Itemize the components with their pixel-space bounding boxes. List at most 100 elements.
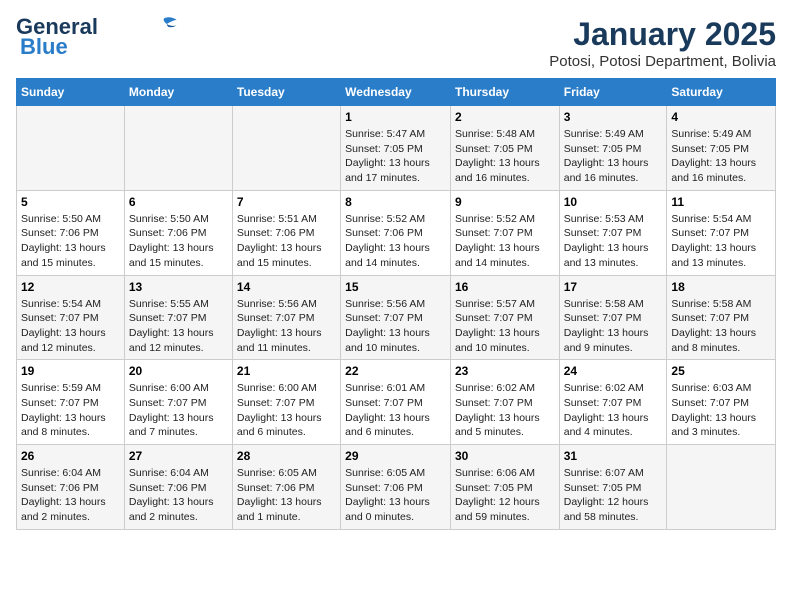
day-number: 9 <box>455 195 555 209</box>
day-number: 29 <box>345 449 446 463</box>
day-info: Sunrise: 6:05 AMSunset: 7:06 PMDaylight:… <box>237 466 336 525</box>
calendar-day-cell: 17 Sunrise: 5:58 AMSunset: 7:07 PMDayligh… <box>559 275 667 360</box>
day-of-week-header: Wednesday <box>341 79 451 106</box>
calendar-day-cell: 19Sunrise: 5:59 AMSunset: 7:07 PMDayligh… <box>17 360 125 445</box>
day-number: 15 <box>345 280 446 294</box>
day-info: Sunrise: 5:58 AMSunset: 7:07 PMDaylight:… <box>564 297 663 356</box>
logo: General Blue <box>16 16 178 60</box>
calendar-day-cell <box>17 106 125 191</box>
calendar-day-cell <box>232 106 340 191</box>
calendar-day-cell: 3Sunrise: 5:49 AMSunset: 7:05 PMDaylight… <box>559 106 667 191</box>
calendar-day-cell: 29Sunrise: 6:05 AMSunset: 7:06 PMDayligh… <box>341 445 451 530</box>
day-info: Sunrise: 5:56 AMSunset: 7:07 PMDaylight:… <box>237 297 336 356</box>
day-info: Sunrise: 5:49 AMSunset: 7:05 PMDaylight:… <box>671 127 771 186</box>
day-of-week-header: Tuesday <box>232 79 340 106</box>
calendar-day-cell: 26 Sunrise: 6:04 AMSunset: 7:06 PMDayligh… <box>17 445 125 530</box>
day-number: 24 <box>564 364 663 378</box>
calendar-day-cell: 22 Sunrise: 6:01 AMSunset: 7:07 PMDayligh… <box>341 360 451 445</box>
calendar-day-cell: 18Sunrise: 5:58 AMSunset: 7:07 PMDayligh… <box>667 275 776 360</box>
day-number: 16 <box>455 280 555 294</box>
day-number: 11 <box>671 195 771 209</box>
day-info: Sunrise: 6:02 AMSunset: 7:07 PMDaylight:… <box>564 381 663 440</box>
day-number: 31 <box>564 449 663 463</box>
day-number: 2 <box>455 110 555 124</box>
calendar-day-cell: 10 Sunrise: 5:53 AMSunset: 7:07 PMDayligh… <box>559 190 667 275</box>
calendar-day-cell: 14Sunrise: 5:56 AMSunset: 7:07 PMDayligh… <box>232 275 340 360</box>
day-number: 23 <box>455 364 555 378</box>
calendar-day-cell: 20 Sunrise: 6:00 AMSunset: 7:07 PMDayligh… <box>124 360 232 445</box>
location: Potosi, Potosi Department, Bolivia <box>549 53 776 70</box>
day-info: Sunrise: 5:56 AMSunset: 7:07 PMDaylight:… <box>345 297 446 356</box>
day-info: Sunrise: 6:03 AMSunset: 7:07 PMDaylight:… <box>671 381 771 440</box>
day-info: Sunrise: 6:02 AMSunset: 7:07 PMDaylight:… <box>455 381 555 440</box>
day-info: Sunrise: 6:00 AMSunset: 7:07 PMDaylight:… <box>237 381 336 440</box>
calendar-table: SundayMondayTuesdayWednesdayThursdayFrid… <box>16 78 776 530</box>
day-info: Sunrise: 6:06 AMSunset: 7:05 PMDaylight:… <box>455 466 555 525</box>
logo-blue-text: Blue <box>20 34 68 59</box>
day-info: Sunrise: 5:57 AMSunset: 7:07 PMDaylight:… <box>455 297 555 356</box>
calendar-day-cell: 11 Sunrise: 5:54 AMSunset: 7:07 PMDayligh… <box>667 190 776 275</box>
calendar-day-cell: 16 Sunrise: 5:57 AMSunset: 7:07 PMDayligh… <box>450 275 559 360</box>
calendar-week-row: 5 Sunrise: 5:50 AMSunset: 7:06 PMDaylight… <box>17 190 776 275</box>
title-area: January 2025 Potosi, Potosi Department, … <box>549 16 776 70</box>
day-number: 30 <box>455 449 555 463</box>
day-number: 27 <box>129 449 228 463</box>
day-number: 22 <box>345 364 446 378</box>
day-info: Sunrise: 6:07 AMSunset: 7:05 PMDaylight:… <box>564 466 663 525</box>
day-info: Sunrise: 5:50 AMSunset: 7:06 PMDaylight:… <box>129 212 228 271</box>
day-of-week-header: Thursday <box>450 79 559 106</box>
day-info: Sunrise: 5:53 AMSunset: 7:07 PMDaylight:… <box>564 212 663 271</box>
day-of-week-header: Friday <box>559 79 667 106</box>
day-info: Sunrise: 5:54 AMSunset: 7:07 PMDaylight:… <box>671 212 771 271</box>
calendar-day-cell: 27 Sunrise: 6:04 AMSunset: 7:06 PMDayligh… <box>124 445 232 530</box>
day-number: 5 <box>21 195 120 209</box>
day-number: 25 <box>671 364 771 378</box>
day-info: Sunrise: 5:48 AMSunset: 7:05 PMDaylight:… <box>455 127 555 186</box>
day-of-week-header: Saturday <box>667 79 776 106</box>
day-info: Sunrise: 5:49 AMSunset: 7:05 PMDaylight:… <box>564 127 663 186</box>
calendar-day-cell: 25 Sunrise: 6:03 AMSunset: 7:07 PMDayligh… <box>667 360 776 445</box>
day-number: 4 <box>671 110 771 124</box>
calendar-day-cell: 21 Sunrise: 6:00 AMSunset: 7:07 PMDayligh… <box>232 360 340 445</box>
calendar-day-cell <box>667 445 776 530</box>
calendar-day-cell: 12Sunrise: 5:54 AMSunset: 7:07 PMDayligh… <box>17 275 125 360</box>
calendar-day-cell <box>124 106 232 191</box>
calendar-week-row: 12Sunrise: 5:54 AMSunset: 7:07 PMDayligh… <box>17 275 776 360</box>
day-number: 20 <box>129 364 228 378</box>
day-info: Sunrise: 5:54 AMSunset: 7:07 PMDaylight:… <box>21 297 120 356</box>
calendar-header-row: SundayMondayTuesdayWednesdayThursdayFrid… <box>17 79 776 106</box>
day-number: 17 <box>564 280 663 294</box>
day-number: 1 <box>345 110 446 124</box>
day-info: Sunrise: 5:51 AMSunset: 7:06 PMDaylight:… <box>237 212 336 271</box>
day-number: 6 <box>129 195 228 209</box>
day-number: 13 <box>129 280 228 294</box>
calendar-body: 1 Sunrise: 5:47 AMSunset: 7:05 PMDaylight… <box>17 106 776 530</box>
day-number: 8 <box>345 195 446 209</box>
calendar-week-row: 1 Sunrise: 5:47 AMSunset: 7:05 PMDaylight… <box>17 106 776 191</box>
day-info: Sunrise: 6:04 AMSunset: 7:06 PMDaylight:… <box>129 466 228 525</box>
logo-icon <box>150 15 178 33</box>
calendar-week-row: 19Sunrise: 5:59 AMSunset: 7:07 PMDayligh… <box>17 360 776 445</box>
calendar-day-cell: 24 Sunrise: 6:02 AMSunset: 7:07 PMDayligh… <box>559 360 667 445</box>
day-number: 26 <box>21 449 120 463</box>
calendar-day-cell: 9 Sunrise: 5:52 AMSunset: 7:07 PMDaylight… <box>450 190 559 275</box>
day-info: Sunrise: 6:04 AMSunset: 7:06 PMDaylight:… <box>21 466 120 525</box>
day-info: Sunrise: 5:58 AMSunset: 7:07 PMDaylight:… <box>671 297 771 356</box>
page-header: General Blue January 2025 Potosi, Potosi… <box>16 16 776 70</box>
calendar-day-cell: 1 Sunrise: 5:47 AMSunset: 7:05 PMDaylight… <box>341 106 451 191</box>
calendar-day-cell: 30 Sunrise: 6:06 AMSunset: 7:05 PMDayligh… <box>450 445 559 530</box>
day-number: 7 <box>237 195 336 209</box>
day-of-week-header: Sunday <box>17 79 125 106</box>
calendar-day-cell: 8Sunrise: 5:52 AMSunset: 7:06 PMDaylight… <box>341 190 451 275</box>
day-number: 21 <box>237 364 336 378</box>
calendar-day-cell: 31 Sunrise: 6:07 AMSunset: 7:05 PMDayligh… <box>559 445 667 530</box>
day-info: Sunrise: 5:50 AMSunset: 7:06 PMDaylight:… <box>21 212 120 271</box>
day-info: Sunrise: 6:01 AMSunset: 7:07 PMDaylight:… <box>345 381 446 440</box>
calendar-day-cell: 5 Sunrise: 5:50 AMSunset: 7:06 PMDaylight… <box>17 190 125 275</box>
day-info: Sunrise: 6:00 AMSunset: 7:07 PMDaylight:… <box>129 381 228 440</box>
calendar-day-cell: 15 Sunrise: 5:56 AMSunset: 7:07 PMDayligh… <box>341 275 451 360</box>
calendar-day-cell: 2 Sunrise: 5:48 AMSunset: 7:05 PMDaylight… <box>450 106 559 191</box>
day-number: 10 <box>564 195 663 209</box>
day-info: Sunrise: 5:47 AMSunset: 7:05 PMDaylight:… <box>345 127 446 186</box>
day-info: Sunrise: 5:52 AMSunset: 7:07 PMDaylight:… <box>455 212 555 271</box>
